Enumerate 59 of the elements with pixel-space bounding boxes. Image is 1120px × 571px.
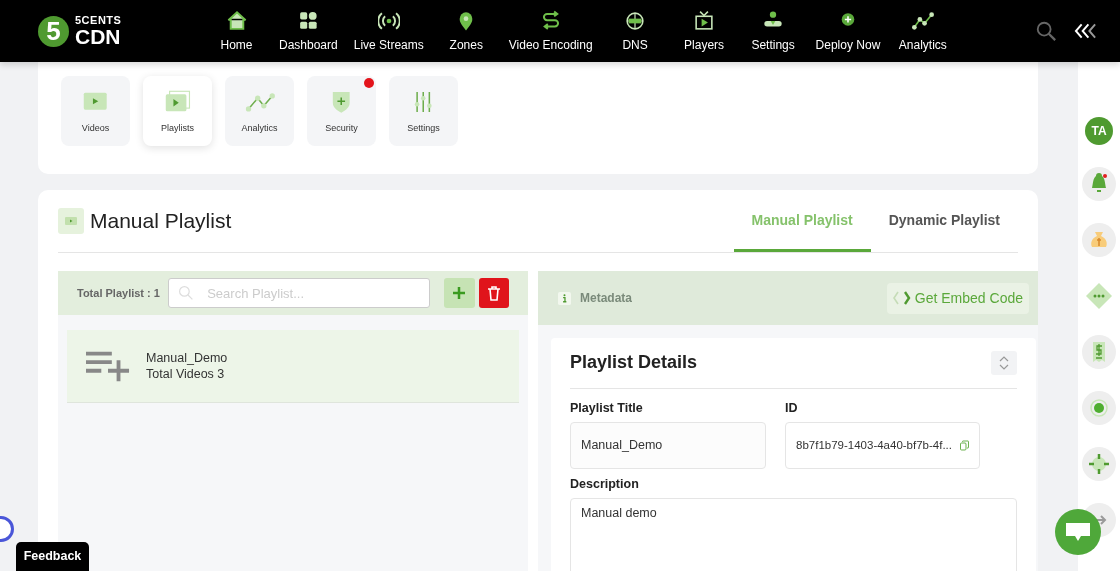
id-field[interactable]: 8b7f1b79-1403-4a40-bf7b-4f... xyxy=(785,421,980,469)
module-tile[interactable]: Playlists xyxy=(143,76,212,146)
nav-item[interactable]: Players xyxy=(669,10,739,52)
bell-icon[interactable] xyxy=(1082,167,1116,201)
crosshair-icon[interactable] xyxy=(1082,447,1116,481)
tab[interactable]: Dynamic Playlist xyxy=(870,190,1018,252)
card-title: Playlist Details xyxy=(570,352,698,374)
metadata-label: Metadata xyxy=(580,291,632,305)
module-tile[interactable]: Videos xyxy=(61,76,130,146)
info-icon xyxy=(558,291,571,305)
module-tile[interactable]: Security xyxy=(307,76,376,146)
playlist-count: Total Playlist : 1 xyxy=(77,287,161,299)
module-tile[interactable]: Settings xyxy=(389,76,458,146)
add-button[interactable] xyxy=(444,278,475,308)
code-icon xyxy=(892,291,913,305)
playlist-add-icon xyxy=(86,350,130,382)
nav-item[interactable]: Home xyxy=(202,10,271,52)
field-label: ID xyxy=(785,400,799,415)
nav-item[interactable]: Zones xyxy=(431,10,501,52)
video-count: Total Videos 3 xyxy=(146,367,226,381)
nav-item[interactable]: Live Streams xyxy=(345,10,432,52)
nav-item[interactable]: Video Encoding xyxy=(500,10,601,52)
expand-button[interactable] xyxy=(991,350,1017,375)
receipt-icon[interactable] xyxy=(1082,335,1116,369)
module-tile[interactable]: Analytics xyxy=(225,76,294,146)
line-chart-icon xyxy=(911,10,934,32)
search-icon[interactable] xyxy=(1035,20,1057,42)
nav-item[interactable]: DNS xyxy=(600,10,670,52)
playlist-item[interactable]: Manual_Demo Total Videos 3 xyxy=(67,330,519,403)
tv-icon xyxy=(693,10,716,32)
description-field[interactable]: Manual demo xyxy=(570,497,1017,571)
logo-badge: 5 xyxy=(38,15,69,47)
field-label: Description xyxy=(570,476,640,491)
radio-icon[interactable] xyxy=(1082,391,1116,425)
nav-item[interactable]: Settings xyxy=(738,10,808,52)
nav-item[interactable]: Dashboard xyxy=(271,10,346,52)
video-icon xyxy=(58,208,84,234)
plus-icon xyxy=(451,285,468,301)
grid-icon xyxy=(297,10,320,32)
field-label: Playlist Title xyxy=(570,400,644,415)
nav-item[interactable]: Deploy Now xyxy=(807,10,889,52)
playlist-name: Manual_Demo xyxy=(146,351,228,365)
globe-icon xyxy=(624,10,647,32)
title-field[interactable]: Manual_Demo xyxy=(570,421,766,469)
logo-wordmark: 5CENTS xyxy=(75,15,122,26)
house-icon xyxy=(225,10,248,32)
delete-button[interactable] xyxy=(478,278,509,308)
trash-icon xyxy=(485,285,502,301)
broadcast-icon xyxy=(377,10,400,32)
avatar[interactable]: TA xyxy=(1085,117,1113,145)
money-bag-icon[interactable] xyxy=(1082,223,1116,257)
collapse-icon[interactable] xyxy=(1073,22,1098,40)
logo-wordmark: CDN xyxy=(75,26,122,47)
chat-button[interactable] xyxy=(1055,509,1101,555)
page-title: Manual Playlist xyxy=(90,209,232,233)
search-icon xyxy=(178,285,195,301)
feedback-button[interactable]: Feedback xyxy=(16,542,89,571)
nav-item[interactable]: Analytics xyxy=(888,10,958,52)
chevrons-icon xyxy=(998,354,1010,371)
